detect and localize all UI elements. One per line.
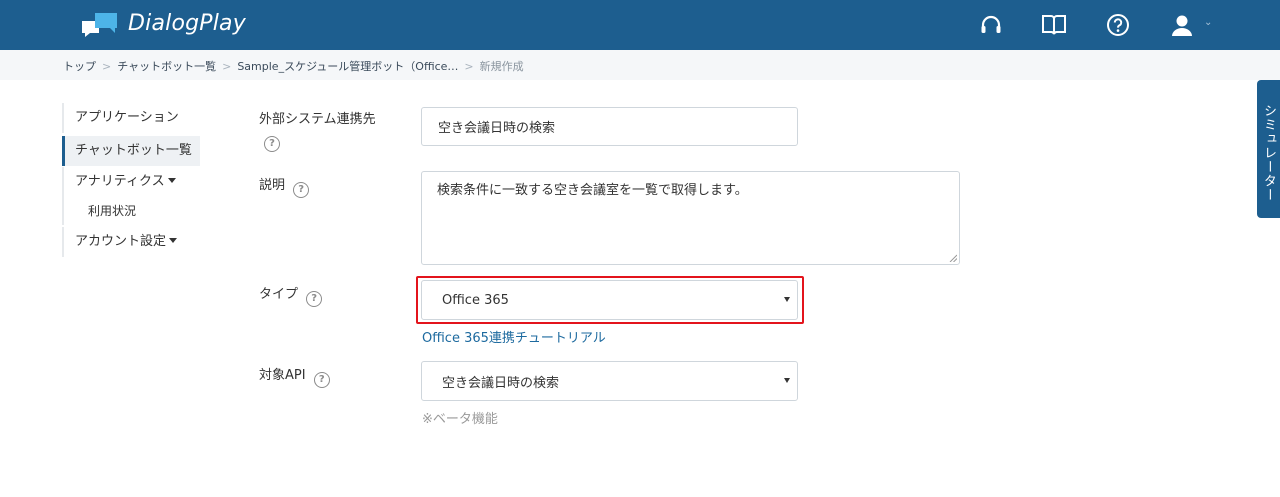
sidebar-item-account-settings[interactable]: アカウント設定 — [62, 227, 202, 257]
support-headset-icon[interactable] — [977, 11, 1005, 39]
breadcrumb-chatbot[interactable]: Sample_スケジュール管理ボット（Office… — [237, 58, 458, 74]
target-api-select[interactable]: 空き会議日時の検索 — [421, 361, 798, 401]
type-label: タイプ ? — [259, 283, 323, 307]
external-system-label-text: 外部システム連携先 — [259, 112, 376, 127]
sidebar-item-label: アプリケーション — [75, 110, 179, 125]
breadcrumb-bar: トップ > チャットボット一覧 > Sample_スケジュール管理ボット（Off… — [0, 50, 1280, 80]
breadcrumb: トップ > チャットボット一覧 > Sample_スケジュール管理ボット（Off… — [63, 58, 524, 74]
breadcrumb-top[interactable]: トップ — [63, 58, 96, 74]
help-question-icon[interactable]: ? — [293, 181, 310, 198]
external-system-value: 空き会議日時の検索 — [438, 121, 556, 136]
description-label-text: 説明 — [259, 178, 286, 193]
breadcrumb-separator-icon: > — [464, 59, 474, 73]
sidebar-item-label: チャットボット一覧 — [75, 143, 192, 158]
top-header: DialogPlay ⌄ — [0, 0, 1280, 50]
simulator-tab-label: シミュレーター — [1261, 104, 1276, 202]
help-question-icon[interactable]: ? — [264, 135, 280, 152]
annotation-highlight-box — [416, 276, 804, 324]
resize-grip-icon[interactable] — [949, 254, 957, 262]
breadcrumb-separator-icon: > — [102, 59, 112, 73]
target-api-label: 対象API ? — [259, 364, 330, 388]
beta-note: ※ベータ機能 — [422, 408, 498, 427]
user-icon[interactable] — [1168, 11, 1196, 39]
sidebar-item-label: アナリティクス — [75, 174, 165, 189]
help-question-icon[interactable]: ? — [313, 371, 330, 388]
dropdown-arrow-icon — [784, 378, 790, 383]
sidebar-item-applications[interactable]: アプリケーション — [62, 103, 202, 133]
description-value: 検索条件に一致する空き会議室を一覧で取得します。 — [437, 183, 748, 198]
target-api-select-value: 空き会議日時の検索 — [442, 375, 560, 391]
breadcrumb-separator-icon: > — [222, 59, 232, 73]
app-name[interactable]: DialogPlay — [128, 11, 246, 36]
description-label: 説明 ? — [259, 174, 310, 198]
sidebar-item-analytics[interactable]: アナリティクス — [62, 167, 202, 197]
description-textarea[interactable]: 検索条件に一致する空き会議室を一覧で取得します。 — [421, 171, 960, 265]
type-label-text: タイプ — [259, 287, 299, 302]
target-api-label-text: 対象API — [259, 368, 306, 383]
simulator-tab[interactable]: シミュレーター — [1257, 80, 1280, 218]
caret-down-icon — [167, 178, 176, 183]
office365-tutorial-link[interactable]: Office 365連携チュートリアル — [422, 327, 606, 346]
office365-tutorial-link-text: Office 365連携チュートリアル — [422, 331, 606, 346]
sidebar-item-label: 利用状況 — [88, 204, 137, 218]
external-system-label: 外部システム連携先 — [259, 108, 376, 127]
breadcrumb-current: 新規作成 — [479, 60, 524, 73]
sidebar-item-usage[interactable]: 利用状況 — [62, 197, 202, 225]
manual-book-icon[interactable] — [1040, 11, 1068, 39]
breadcrumb-chatbot-list[interactable]: チャットボット一覧 — [117, 58, 216, 74]
user-menu-chevron-icon[interactable]: ⌄ — [1204, 17, 1212, 28]
external-system-help: ? — [264, 132, 280, 152]
sidebar-item-label: アカウント設定 — [75, 234, 167, 249]
help-circle-icon[interactable] — [1104, 11, 1132, 39]
sidebar-item-chatbots[interactable]: チャットボット一覧 — [62, 136, 200, 166]
help-question-icon[interactable]: ? — [306, 290, 323, 307]
side-navigation: アプリケーション チャットボット一覧 アナリティクス 利用状況 アカウント設定 — [62, 103, 202, 257]
caret-down-icon — [169, 238, 178, 243]
chat-bubbles-logo-icon — [82, 13, 117, 37]
external-system-input[interactable]: 空き会議日時の検索 — [421, 107, 798, 146]
beta-note-text: ※ベータ機能 — [422, 412, 498, 427]
